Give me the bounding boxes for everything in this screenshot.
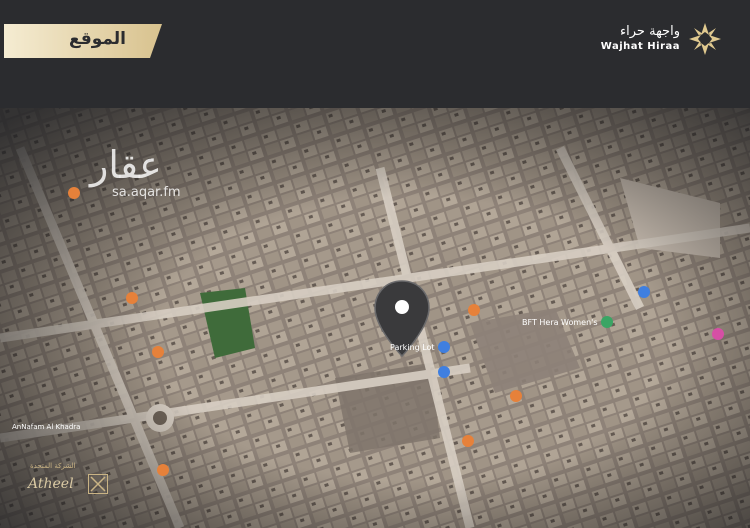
brand-name-en: Wajhat Hiraa bbox=[600, 41, 680, 52]
watermark-url: sa.aqar.fm bbox=[112, 185, 181, 200]
poi-shop-icon bbox=[638, 286, 650, 298]
poi-shop-icon bbox=[438, 366, 450, 378]
developer-logo: الشركة المتحدة Atheel bbox=[22, 462, 122, 502]
label-roundabout: AnNafam Al Khadra bbox=[12, 423, 81, 431]
developer-name-en: Atheel bbox=[28, 476, 74, 492]
poi-restaurant-icon bbox=[157, 464, 169, 476]
poi-restaurant-icon bbox=[126, 292, 138, 304]
section-title: الموقع bbox=[68, 29, 126, 49]
label-bft: BFT Hera Women's bbox=[522, 318, 598, 327]
poi-restaurant-icon bbox=[462, 435, 474, 447]
brand-logo: واجهة حراء Wajhat Hiraa bbox=[577, 22, 722, 62]
poi-parking-icon bbox=[438, 341, 450, 353]
header-bar: الموقع واجهة حراء Wajhat Hiraa bbox=[0, 0, 750, 108]
poi-restaurant-icon bbox=[510, 390, 522, 402]
poi-store-icon bbox=[712, 328, 724, 340]
developer-name-ar: الشركة المتحدة bbox=[30, 462, 76, 470]
section-title-badge: الموقع bbox=[4, 24, 162, 58]
poi-restaurant-icon bbox=[152, 346, 164, 358]
brand-star-icon bbox=[689, 23, 721, 55]
poi-restaurant-icon bbox=[68, 187, 80, 199]
label-parking: Parking Lot bbox=[390, 343, 435, 352]
poi-gym-icon bbox=[601, 316, 613, 328]
brand-name-ar: واجهة حراء bbox=[620, 24, 680, 39]
aqar-watermark: عقار sa.aqar.fm bbox=[90, 145, 181, 200]
watermark-text: عقار bbox=[90, 143, 162, 187]
poi-restaurant-icon bbox=[468, 304, 480, 316]
developer-cross-icon bbox=[88, 474, 108, 494]
